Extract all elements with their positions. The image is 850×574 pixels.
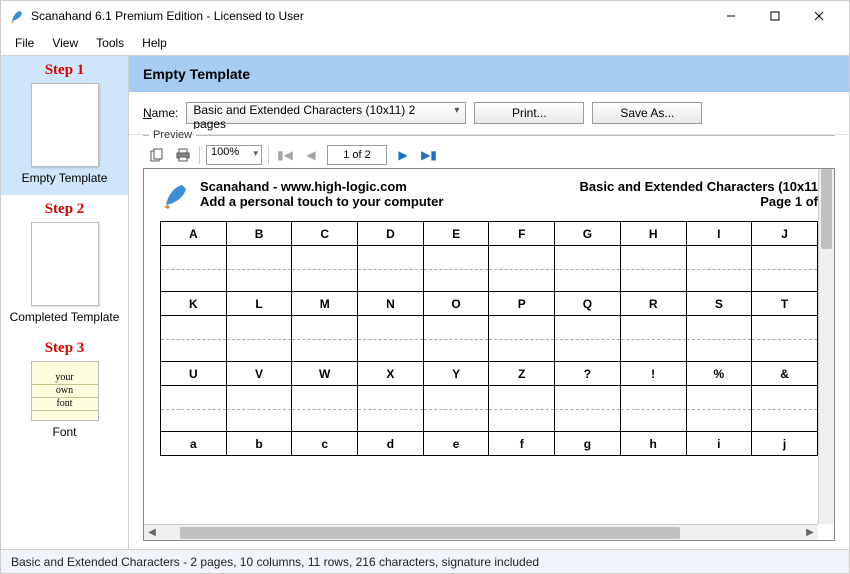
menu-view[interactable]: View bbox=[44, 34, 86, 52]
scroll-right-icon[interactable]: ▶ bbox=[802, 527, 818, 538]
last-page-icon[interactable]: ▶▮ bbox=[419, 145, 439, 165]
sidebar-caption: Completed Template bbox=[5, 310, 124, 324]
thumb-font-line: own bbox=[32, 385, 98, 398]
table-row bbox=[161, 246, 818, 292]
vertical-scrollbar[interactable] bbox=[818, 169, 834, 524]
minimize-button[interactable] bbox=[709, 2, 753, 30]
zoom-select[interactable]: 100% bbox=[206, 145, 262, 165]
toolbar-sep bbox=[268, 146, 269, 164]
page-header: Scanahand - www.high-logic.com Add a per… bbox=[160, 179, 818, 211]
scroll-left-icon[interactable]: ◀ bbox=[144, 527, 160, 538]
menu-help[interactable]: Help bbox=[134, 34, 175, 52]
template-dropdown[interactable]: Basic and Extended Characters (10x11) 2 … bbox=[186, 102, 466, 124]
thumb-font: your own font bbox=[31, 361, 99, 421]
table-row: KLMNOPQRST bbox=[161, 292, 818, 316]
menu-tools[interactable]: Tools bbox=[88, 34, 132, 52]
menubar: File View Tools Help bbox=[1, 31, 849, 55]
close-button[interactable] bbox=[797, 2, 841, 30]
app-icon bbox=[9, 8, 25, 24]
thumb-font-line: your bbox=[32, 372, 98, 385]
print-icon[interactable] bbox=[173, 145, 193, 165]
thumb-empty-template bbox=[31, 83, 99, 167]
content-header: Empty Template bbox=[129, 56, 849, 92]
window-controls bbox=[709, 2, 841, 30]
page-canvas: Scanahand - www.high-logic.com Add a per… bbox=[144, 169, 834, 540]
print-button[interactable]: Print... bbox=[474, 102, 584, 124]
page-tagline: Add a personal touch to your computer bbox=[200, 194, 572, 209]
table-row: abcdefghij bbox=[161, 432, 818, 456]
sidebar-caption: Font bbox=[5, 425, 124, 439]
first-page-icon[interactable]: ▮◀ bbox=[275, 145, 295, 165]
preview-section: Preview 100% ▮◀ ◀ ▶ ▶▮ bbox=[143, 135, 835, 541]
status-text: Basic and Extended Characters - 2 pages,… bbox=[11, 555, 539, 569]
char-grid: ABCDEFGHIJ KLMNOPQRST UVWXYZ?!%& abcdefg… bbox=[160, 221, 818, 456]
sidebar-item-step2[interactable]: Step 2 Completed Template bbox=[1, 195, 128, 334]
page-logo-icon bbox=[160, 179, 192, 211]
table-row: UVWXYZ?!%& bbox=[161, 362, 818, 386]
table-row bbox=[161, 386, 818, 432]
step-label: Step 2 bbox=[5, 201, 124, 218]
main-area: Step 1 Empty Template Step 2 bbox=[1, 56, 849, 549]
copy-icon[interactable] bbox=[147, 145, 167, 165]
sidebar-item-step3[interactable]: Step 3 your own font Font bbox=[1, 334, 128, 449]
titlebar: Scanahand 6.1 Premium Edition - Licensed… bbox=[1, 1, 849, 31]
page-input[interactable] bbox=[327, 145, 387, 165]
page-brand: Scanahand - www.high-logic.com bbox=[200, 179, 572, 194]
maximize-button[interactable] bbox=[753, 2, 797, 30]
step-label: Step 1 bbox=[5, 62, 124, 79]
next-page-icon[interactable]: ▶ bbox=[393, 145, 413, 165]
name-label: Name: bbox=[143, 106, 178, 120]
saveas-button[interactable]: Save As... bbox=[592, 102, 702, 124]
page-page-right: Page 1 of bbox=[580, 194, 818, 209]
name-row: Name: Basic and Extended Characters (10x… bbox=[129, 92, 849, 135]
statusbar: Basic and Extended Characters - 2 pages,… bbox=[1, 549, 849, 573]
content: Empty Template Name: Basic and Extended … bbox=[129, 56, 849, 549]
preview-toolbar: 100% ▮◀ ◀ ▶ ▶▮ bbox=[143, 142, 835, 168]
sidebar-item-step1[interactable]: Step 1 Empty Template bbox=[1, 56, 128, 195]
thumb-completed-template bbox=[31, 222, 99, 306]
step-label: Step 3 bbox=[5, 340, 124, 357]
table-row: ABCDEFGHIJ bbox=[161, 222, 818, 246]
prev-page-icon[interactable]: ◀ bbox=[301, 145, 321, 165]
sidebar: Step 1 Empty Template Step 2 bbox=[1, 56, 129, 549]
page-title-right: Basic and Extended Characters (10x11 bbox=[580, 179, 818, 194]
horizontal-scrollbar[interactable]: ◀ ▶ bbox=[144, 524, 818, 540]
menu-file[interactable]: File bbox=[7, 34, 42, 52]
table-row bbox=[161, 316, 818, 362]
thumb-font-line: font bbox=[32, 398, 98, 411]
preview-viewport: Scanahand - www.high-logic.com Add a per… bbox=[143, 168, 835, 541]
toolbar-sep bbox=[199, 146, 200, 164]
preview-legend: Preview bbox=[149, 129, 196, 141]
window-title: Scanahand 6.1 Premium Edition - Licensed… bbox=[31, 9, 709, 23]
sidebar-caption: Empty Template bbox=[5, 171, 124, 185]
